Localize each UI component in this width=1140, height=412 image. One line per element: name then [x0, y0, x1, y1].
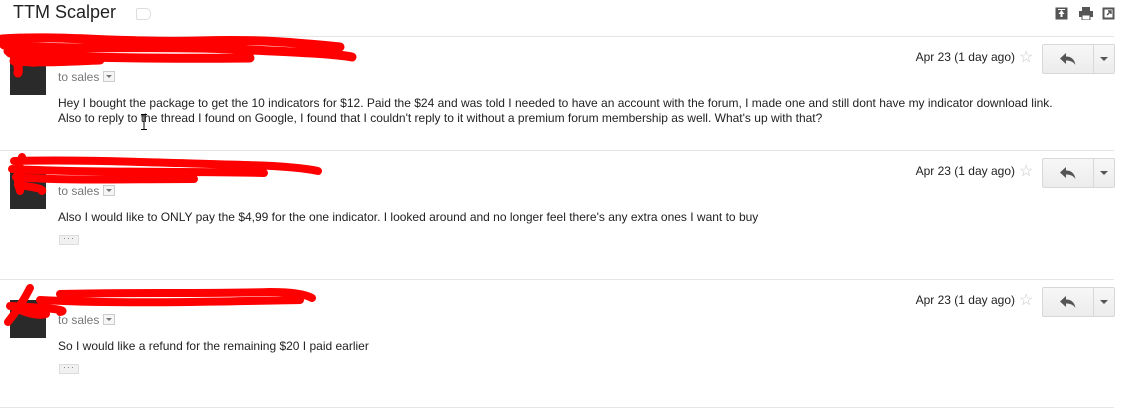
star-icon[interactable]: ☆: [1019, 161, 1033, 181]
recipient-line: to sales: [58, 313, 116, 327]
recipient-label: to sales: [58, 184, 100, 198]
print-icon[interactable]: [1079, 7, 1093, 20]
message-date[interactable]: Apr 23 (1 day ago): [916, 164, 1015, 178]
message-1[interactable]: Ron to sales Apr 23 (1 day ago) ☆ Hey I …: [0, 33, 1115, 151]
redaction-scribble: [8, 153, 322, 195]
show-trimmed-content-button[interactable]: ···: [59, 363, 79, 374]
recipient-details-icon[interactable]: [103, 314, 116, 325]
message-date[interactable]: Apr 23 (1 day ago): [916, 50, 1015, 64]
reply-button-group: [1042, 158, 1115, 188]
redaction-scribble: [4, 284, 316, 326]
more-actions-button[interactable]: [1094, 288, 1114, 316]
show-trimmed-content-button[interactable]: ···: [59, 234, 79, 245]
redaction-scribble: [0, 33, 357, 78]
more-actions-button[interactable]: [1094, 45, 1114, 73]
avatar: [10, 300, 46, 338]
recipient-details-icon[interactable]: [103, 71, 116, 82]
message-2[interactable]: to sales Apr 23 (1 day ago) ☆ Also I wou…: [0, 150, 1115, 279]
message-3[interactable]: to sales Apr 23 (1 day ago) ☆ So I would…: [0, 279, 1115, 408]
new-window-icon[interactable]: [1102, 7, 1115, 20]
text-cursor-icon: [141, 114, 147, 130]
reply-button[interactable]: [1043, 159, 1094, 187]
avatar: [10, 171, 46, 209]
recipient-label: to sales: [58, 313, 100, 327]
reply-button-group: [1042, 287, 1115, 317]
sender-name[interactable]: Ron: [58, 51, 83, 66]
recipient-details-icon[interactable]: [103, 185, 116, 196]
more-actions-button[interactable]: [1094, 159, 1114, 187]
expand-all-icon[interactable]: [1055, 7, 1068, 20]
star-icon[interactable]: ☆: [1019, 290, 1033, 310]
thread-header: TTM Scalper: [0, 0, 1140, 28]
thread-subject: TTM Scalper: [13, 2, 117, 22]
recipient-label: to sales: [58, 70, 100, 84]
message-body: Also I would like to ONLY pay the $4,99 …: [58, 210, 759, 224]
avatar: [10, 57, 46, 95]
reply-icon: [1060, 53, 1076, 65]
message-body: So I would like a refund for the remaini…: [58, 339, 369, 353]
label-tag-icon[interactable]: [136, 8, 151, 20]
recipient-line: to sales: [58, 184, 116, 198]
reply-button-group: [1042, 44, 1115, 74]
recipient-line: to sales: [58, 70, 116, 84]
reply-icon: [1060, 167, 1076, 179]
reply-icon: [1060, 296, 1076, 308]
reply-button[interactable]: [1043, 45, 1094, 73]
message-date[interactable]: Apr 23 (1 day ago): [916, 293, 1015, 307]
thread-bottom-divider: [0, 407, 1114, 408]
message-body: Hey I bought the package to get the 10 i…: [58, 96, 1053, 125]
star-icon[interactable]: ☆: [1019, 47, 1033, 67]
reply-button[interactable]: [1043, 288, 1094, 316]
